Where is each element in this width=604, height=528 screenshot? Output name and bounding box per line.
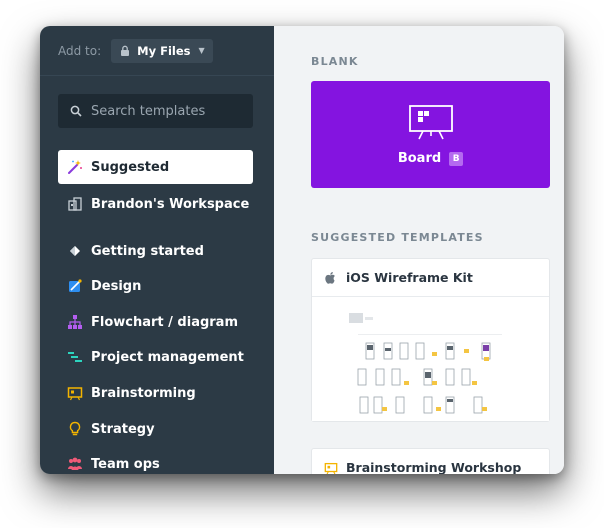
sidebar: Add to: My Files ▼ Search templates Sugg… [40,26,274,474]
template-picker-window: Add to: My Files ▼ Search templates Sugg… [40,26,564,474]
main-panel: BLANK Board B SUGGESTED TEMPLATES iOS Wi… [274,26,564,474]
sidebar-item-label: Brandon's Workspace [91,196,250,212]
template-card-ios-wireframe[interactable]: iOS Wireframe Kit [311,258,550,422]
lock-icon [121,45,130,56]
lightbulb-icon [67,421,83,437]
sidebar-item-label: Getting started [91,243,204,259]
sidebar-item-design[interactable]: Design [58,269,253,303]
sidebar-item-label: Strategy [91,421,155,437]
sidebar-item-team-ops[interactable]: Team ops [58,447,253,474]
template-card-brainstorming-workshop[interactable]: Brainstorming Workshop [311,448,550,474]
project-icon [67,349,83,365]
sidebar-item-label: Design [91,278,142,294]
chevron-down-icon: ▼ [198,46,205,55]
sidebar-item-label: Flowchart / diagram [91,314,239,330]
location-dropdown[interactable]: My Files ▼ [111,38,213,63]
sidebar-item-getting-started[interactable]: Getting started [58,234,253,268]
template-title: iOS Wireframe Kit [346,270,473,285]
brainstorm-icon [324,461,338,475]
team-icon [67,456,83,472]
workspace-icon [67,196,83,212]
sidebar-item-label: Suggested [91,159,170,175]
board-label: Board [397,151,442,166]
sidebar-item-project-management[interactable]: Project management [58,340,253,374]
brainstorm-icon [67,385,83,401]
search-icon [70,105,82,117]
search-placeholder: Search templates [91,103,206,119]
template-title: Brainstorming Workshop [346,460,522,474]
location-value: My Files [137,43,191,58]
search-input[interactable]: Search templates [58,94,253,128]
blank-section-label: BLANK [311,55,359,68]
shortcut-badge: B [449,152,464,166]
sidebar-item-flowchart[interactable]: Flowchart / diagram [58,305,253,339]
magic-wand-icon [67,159,83,175]
sidebar-item-brainstorming[interactable]: Brainstorming [58,376,253,410]
apple-icon [324,271,338,285]
template-thumbnail [312,297,549,421]
board-icon [409,105,453,140]
suggested-section-label: SUGGESTED TEMPLATES [311,231,484,244]
sidebar-item-strategy[interactable]: Strategy [58,412,253,446]
add-to-label: Add to: [58,43,102,58]
sidebar-item-brandons-workspace[interactable]: Brandon's Workspace [58,187,253,221]
sidebar-item-label: Brainstorming [91,385,196,401]
sidebar-item-suggested[interactable]: Suggested [58,150,253,184]
sidebar-item-label: Project management [91,349,244,365]
wireframe-preview-image [349,313,502,414]
design-icon [67,278,83,294]
sidebar-item-label: Team ops [91,456,160,472]
add-to-bar: Add to: My Files ▼ [40,26,274,76]
diamond-icon [67,243,83,259]
blank-board-card[interactable]: Board B [311,81,550,188]
flowchart-icon [67,314,83,330]
